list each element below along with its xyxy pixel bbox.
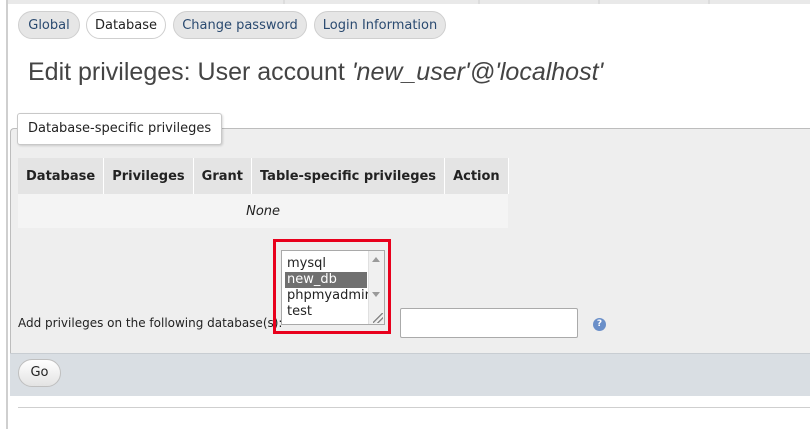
page-title: Edit privileges: User account 'new_user'…	[28, 58, 603, 87]
db-privileges-table: Database Privileges Grant Table-specific…	[18, 158, 509, 228]
col-grant: Grant	[193, 158, 252, 194]
option-test[interactable]: test	[285, 304, 367, 320]
scroll-down-icon[interactable]	[372, 292, 380, 297]
db-privileges-legend: Database-specific privileges	[17, 113, 223, 145]
divider	[18, 407, 810, 408]
add-privileges-label: Add privileges on the following database…	[18, 316, 283, 330]
col-table-specific: Table-specific privileges	[251, 158, 446, 194]
form-footer	[10, 353, 810, 396]
database-select[interactable]: mysql new_db phpmyadmin test	[281, 250, 385, 325]
scroll-up-icon[interactable]	[372, 257, 380, 262]
tab-database[interactable]: Database	[86, 11, 166, 39]
col-action: Action	[444, 158, 509, 194]
top-menu-strip	[8, 0, 810, 4]
option-mysql[interactable]: mysql	[285, 256, 367, 272]
left-border	[6, 0, 8, 429]
database-name-input[interactable]	[400, 308, 578, 338]
col-database: Database	[18, 158, 105, 194]
option-phpmyadmin[interactable]: phpmyadmin	[285, 288, 373, 304]
tab-change-password[interactable]: Change password	[173, 11, 307, 39]
resize-grip-icon[interactable]	[373, 313, 383, 323]
user-account: 'new_user'@'localhost'	[351, 58, 604, 86]
page-title-prefix: Edit privileges: User account	[28, 58, 352, 86]
tab-global[interactable]: Global	[18, 11, 80, 39]
go-button[interactable]: Go	[18, 359, 61, 387]
col-privileges: Privileges	[103, 158, 194, 194]
help-icon[interactable]: ?	[593, 318, 606, 331]
tab-login-information[interactable]: Login Information	[314, 11, 446, 39]
option-new-db[interactable]: new_db	[285, 272, 367, 288]
empty-row: None	[18, 194, 509, 228]
